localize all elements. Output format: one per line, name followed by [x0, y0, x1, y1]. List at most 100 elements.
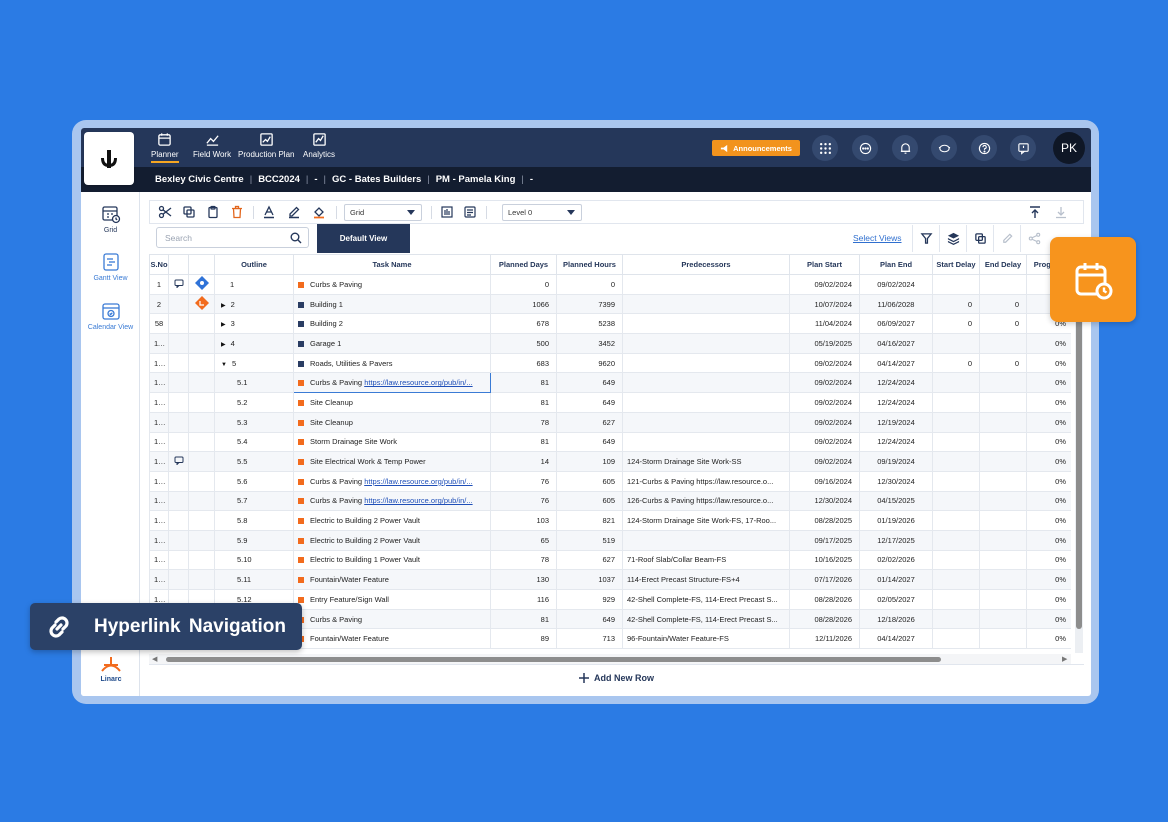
tab-default-view[interactable]: Default View [317, 224, 410, 253]
cell-flag[interactable] [188, 372, 215, 394]
cell-planned-days[interactable]: 81 [490, 372, 557, 394]
cell-plan-end[interactable]: 12/24/2024 [859, 372, 933, 394]
cell-predecessors[interactable] [622, 293, 790, 315]
cell-sno[interactable]: 130 [149, 549, 169, 571]
cell-planned-hours[interactable]: 929 [556, 589, 623, 610]
cell-planned-days[interactable]: 14 [490, 451, 557, 472]
cell-start-delay[interactable] [932, 628, 980, 650]
cell-flag[interactable] [188, 451, 215, 472]
cell-end-delay[interactable] [979, 608, 1027, 630]
cell-outline[interactable]: ▶ 3 [214, 313, 294, 335]
add-new-row-button[interactable]: Add New Row [149, 664, 1084, 690]
cell-planned-hours[interactable]: 605 [556, 490, 623, 512]
table-row[interactable]: 124 5.4 Storm Drainage Site Work 81 649 09/02… [149, 431, 1071, 453]
cell-flag[interactable] [188, 490, 215, 512]
cell-task-name[interactable]: Electric to Building 2 Power Vault [293, 529, 491, 551]
cell-start-delay[interactable] [932, 529, 980, 551]
column-header[interactable]: Task Name [293, 254, 491, 275]
cell-plan-end[interactable]: 01/19/2026 [859, 510, 933, 531]
notes-button[interactable] [463, 205, 477, 219]
cell-task-name[interactable]: Curbs & Paving https://law.resource.org/… [293, 372, 491, 394]
cell-predecessors[interactable] [622, 392, 790, 413]
cell-planned-hours[interactable]: 649 [556, 431, 623, 453]
cell-plan-start[interactable]: 09/02/2024 [789, 392, 860, 413]
cell-planned-hours[interactable]: 5238 [556, 313, 623, 335]
expand-toggle-icon[interactable]: ▶ [221, 321, 226, 328]
cell-outline[interactable]: ▶ 2 [214, 293, 294, 315]
cell-sno[interactable]: 1 [149, 274, 169, 295]
horizontal-scrollbar[interactable]: ◀ ▶ [149, 654, 1071, 664]
cell-plan-end[interactable]: 12/24/2024 [859, 392, 933, 413]
cell-planned-days[interactable]: 500 [490, 333, 557, 354]
comment-icon[interactable] [174, 279, 184, 289]
nav-planner[interactable]: Planner [151, 132, 179, 163]
cell-end-delay[interactable] [979, 392, 1027, 413]
table-row[interactable]: 125 5.5 Site Electrical Work & Temp Power 1… [149, 451, 1071, 472]
column-header[interactable]: Predecessors [622, 254, 790, 275]
cell-plan-start[interactable]: 11/04/2024 [789, 313, 860, 335]
cell-planned-hours[interactable]: 1037 [556, 569, 623, 590]
cell-flag[interactable] [188, 333, 215, 354]
cell-planned-hours[interactable]: 3452 [556, 333, 623, 354]
nav-analytics[interactable]: Analytics [303, 132, 335, 159]
feedback-button[interactable] [1010, 135, 1036, 161]
cell-end-delay[interactable] [979, 470, 1027, 492]
cell-progress[interactable]: 0% [1026, 451, 1071, 472]
cell-planned-hours[interactable]: 649 [556, 372, 623, 394]
cell-predecessors[interactable] [622, 431, 790, 453]
table-row[interactable]: 2 ▶ 2 Building 1 1066 7399 10/07/2024 11/06/202… [149, 293, 1071, 315]
cell-comment[interactable] [168, 431, 189, 453]
cell-task-name[interactable]: Building 2 [293, 313, 491, 335]
cell-flag[interactable] [188, 392, 215, 413]
cell-comment[interactable] [168, 372, 189, 394]
cell-planned-hours[interactable]: 605 [556, 470, 623, 492]
cell-flag[interactable] [188, 510, 215, 531]
cell-start-delay[interactable] [932, 589, 980, 610]
cell-progress[interactable]: 0% [1026, 569, 1071, 590]
cell-plan-end[interactable]: 12/24/2024 [859, 431, 933, 453]
notifications-button[interactable] [892, 135, 918, 161]
cell-sno[interactable]: 124 [149, 431, 169, 453]
cell-plan-start[interactable]: 09/02/2024 [789, 372, 860, 394]
cell-start-delay[interactable]: 0 [932, 352, 980, 374]
sidebar-item-grid[interactable]: Grid [81, 204, 140, 234]
cell-plan-end[interactable]: 04/15/2025 [859, 490, 933, 512]
cell-planned-hours[interactable]: 7399 [556, 293, 623, 315]
cell-planned-days[interactable]: 81 [490, 392, 557, 413]
cell-outline[interactable]: 5.1 [214, 372, 294, 394]
level-select[interactable]: Level 0 [502, 204, 582, 221]
cell-sno[interactable]: 123 [149, 411, 169, 433]
cell-end-delay[interactable]: 0 [979, 352, 1027, 374]
cell-start-delay[interactable] [932, 608, 980, 630]
cell-progress[interactable]: 0% [1026, 431, 1071, 453]
cell-planned-hours[interactable]: 627 [556, 549, 623, 571]
cell-sno[interactable]: 131 [149, 569, 169, 590]
cell-planned-hours[interactable]: 627 [556, 411, 623, 433]
cell-task-name[interactable]: Fountain/Water Feature [293, 628, 491, 650]
cell-comment[interactable] [168, 411, 189, 433]
cell-end-delay[interactable] [979, 274, 1027, 295]
cell-end-delay[interactable] [979, 333, 1027, 354]
cell-predecessors[interactable]: 124-Storm Drainage Site Work-SS [622, 451, 790, 472]
cell-predecessors[interactable] [622, 333, 790, 354]
cell-sno[interactable]: 128 [149, 510, 169, 531]
cell-start-delay[interactable] [932, 274, 980, 295]
cell-planned-days[interactable]: 76 [490, 490, 557, 512]
cell-comment[interactable] [168, 569, 189, 590]
cell-sno[interactable]: 121 [149, 372, 169, 394]
table-row[interactable]: 58 ▶ 3 Building 2 678 5238 11/04/2024 06/09/202… [149, 313, 1071, 335]
cell-plan-start[interactable]: 07/17/2026 [789, 569, 860, 590]
table-row[interactable]: 121 5.1 Curbs & Paving https://law.resourc… [149, 372, 1071, 394]
cell-start-delay[interactable] [932, 451, 980, 472]
cell-end-delay[interactable] [979, 431, 1027, 453]
cell-outline[interactable]: 5.2 [214, 392, 294, 413]
column-header[interactable]: Plan End [859, 254, 933, 275]
cell-progress[interactable]: 0% [1026, 392, 1071, 413]
cell-progress[interactable]: 0% [1026, 411, 1071, 433]
cell-planned-hours[interactable]: 821 [556, 510, 623, 531]
cell-start-delay[interactable] [932, 392, 980, 413]
cell-plan-start[interactable]: 10/16/2025 [789, 549, 860, 571]
delete-button[interactable] [230, 205, 244, 219]
column-header[interactable]: Planned Hours [556, 254, 623, 275]
cell-progress[interactable]: 0% [1026, 352, 1071, 374]
